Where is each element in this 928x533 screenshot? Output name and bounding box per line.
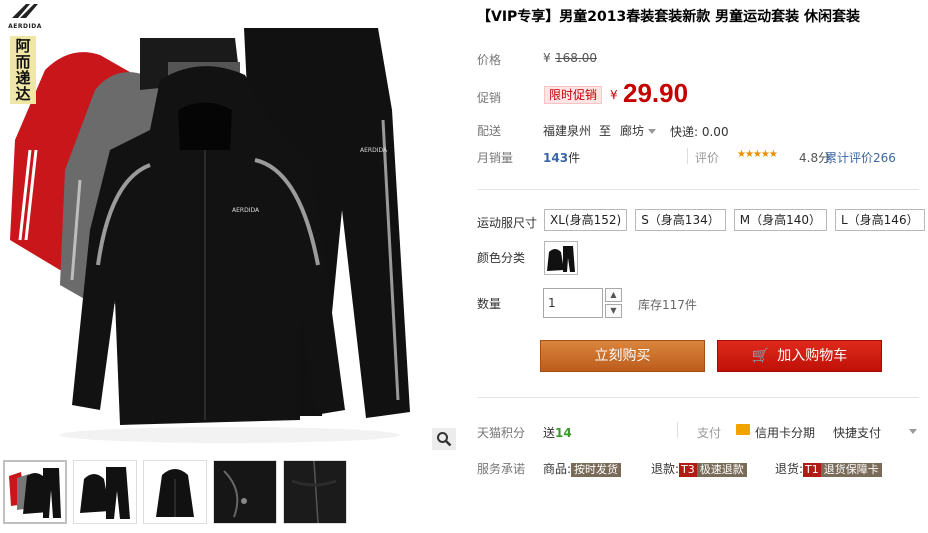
orig-currency: ¥ xyxy=(543,51,551,65)
divider xyxy=(477,397,919,398)
main-product-image[interactable]: AERDIDA AERDIDA AERDIDA 阿而递达 xyxy=(0,0,460,452)
add-to-cart-label: 加入购物车 xyxy=(777,348,848,364)
brand-logo-text: AERDIDA xyxy=(8,23,42,30)
quantity-label: 数量 xyxy=(477,297,502,311)
return-label: 退货: xyxy=(775,462,804,476)
ship-from: 福建泉州 xyxy=(543,124,592,138)
divider xyxy=(687,148,688,164)
shipping-label: 配送 xyxy=(477,124,502,138)
current-price: 29.90 xyxy=(623,78,689,108)
brand-badge: AERDIDA 阿而递达 xyxy=(4,2,46,104)
ship-to-city: 廊坊 xyxy=(620,124,645,138)
original-price: 168.00 xyxy=(555,51,597,65)
return-code-badge: T1 xyxy=(803,463,821,477)
svg-text:AERDIDA: AERDIDA xyxy=(360,147,388,154)
quantity-increase-button[interactable]: ▲ xyxy=(605,288,622,302)
payment-dropdown-icon[interactable] xyxy=(909,429,917,434)
return-tag: 退货保障卡 xyxy=(820,463,882,477)
points-value: 送14 xyxy=(543,424,572,441)
points-label: 天猫积分 xyxy=(477,426,526,440)
ship-to-dropdown[interactable]: 廊坊 xyxy=(620,122,657,139)
ship-to-word: 至 xyxy=(599,124,612,138)
points-prefix: 送 xyxy=(543,426,556,440)
points-number: 14 xyxy=(555,426,572,440)
review-count-link[interactable]: 累计评价266 xyxy=(825,149,896,166)
service-label: 服务承诺 xyxy=(477,462,526,476)
cart-icon: 🛒 xyxy=(751,348,770,364)
rating-stars-icon: ★★★★★ xyxy=(737,149,778,160)
color-label: 颜色分类 xyxy=(477,251,526,265)
stock-count: 库存117件 xyxy=(638,298,697,312)
size-option-m[interactable]: M（身高140） xyxy=(733,209,827,231)
refund-tag: 极速退款 xyxy=(696,463,747,477)
service-goods: 商品: 按时发货 xyxy=(543,460,622,477)
credit-card-icon xyxy=(736,424,750,435)
add-to-cart-button[interactable]: 🛒 加入购物车 xyxy=(717,340,882,372)
thumbnail-strip xyxy=(3,460,353,524)
thumbnail-3[interactable] xyxy=(143,460,207,524)
quick-pay: 快捷支付 xyxy=(833,426,882,440)
svg-text:AERDIDA: AERDIDA xyxy=(232,207,260,214)
brand-cn-name: 阿而递达 xyxy=(10,36,36,104)
size-option-s[interactable]: S（身高134） xyxy=(635,209,726,231)
quantity-decrease-button[interactable]: ▼ xyxy=(605,304,622,318)
size-label: 运动服尺寸 xyxy=(477,216,538,230)
goods-label: 商品: xyxy=(543,462,572,476)
magnifier-icon[interactable] xyxy=(432,428,456,450)
rating-label: 评价 xyxy=(695,151,720,165)
monthly-sales-label: 月销量 xyxy=(477,151,514,165)
credit-installment: 信用卡分期 xyxy=(755,426,816,440)
monthly-sales: 143件 xyxy=(543,149,580,166)
refund-code-badge: T3 xyxy=(679,463,697,477)
service-return: 退货: T1 退货保障卡 xyxy=(775,460,882,477)
thumbnail-5[interactable] xyxy=(283,460,347,524)
divider xyxy=(677,422,678,438)
divider xyxy=(477,189,919,190)
current-currency: ¥ xyxy=(610,88,618,102)
chevron-down-icon xyxy=(648,129,657,134)
size-option-l[interactable]: L（身高146） xyxy=(834,209,925,231)
thumbnail-2[interactable] xyxy=(73,460,137,524)
orig-currency-symbol: ¥ xyxy=(543,51,551,65)
express-fee: 快递: 0.00 xyxy=(670,125,729,139)
thumbnail-4[interactable] xyxy=(213,460,277,524)
size-options: XL(身高152) S（身高134） M（身高140） L（身高146） xyxy=(544,209,928,231)
product-gallery: AERDIDA AERDIDA AERDIDA 阿而递达 xyxy=(0,0,460,533)
goods-tag: 按时发货 xyxy=(571,463,622,477)
product-title: 【VIP专享】男童2013春装套装新款 男童运动套装 休闲套装 xyxy=(477,9,861,25)
brand-logo-icon xyxy=(12,4,38,18)
buy-now-button[interactable]: 立刻购买 xyxy=(540,340,705,372)
quantity-input[interactable] xyxy=(543,288,603,318)
color-option-black[interactable] xyxy=(544,241,578,275)
size-option-xl[interactable]: XL(身高152) xyxy=(544,209,628,231)
promo-tag: 限时促销 xyxy=(544,86,603,104)
sales-unit: 件 xyxy=(568,151,581,165)
sales-count: 143 xyxy=(543,151,569,165)
thumbnail-1[interactable] xyxy=(3,460,67,524)
payment-label: 支付 xyxy=(697,426,722,440)
promo-label: 促销 xyxy=(477,91,502,105)
price-label: 价格 xyxy=(477,53,502,67)
service-refund: 退款: T3 极速退款 xyxy=(651,460,747,477)
refund-label: 退款: xyxy=(651,462,680,476)
tracksuit-illustration: AERDIDA AERDIDA xyxy=(10,28,410,443)
